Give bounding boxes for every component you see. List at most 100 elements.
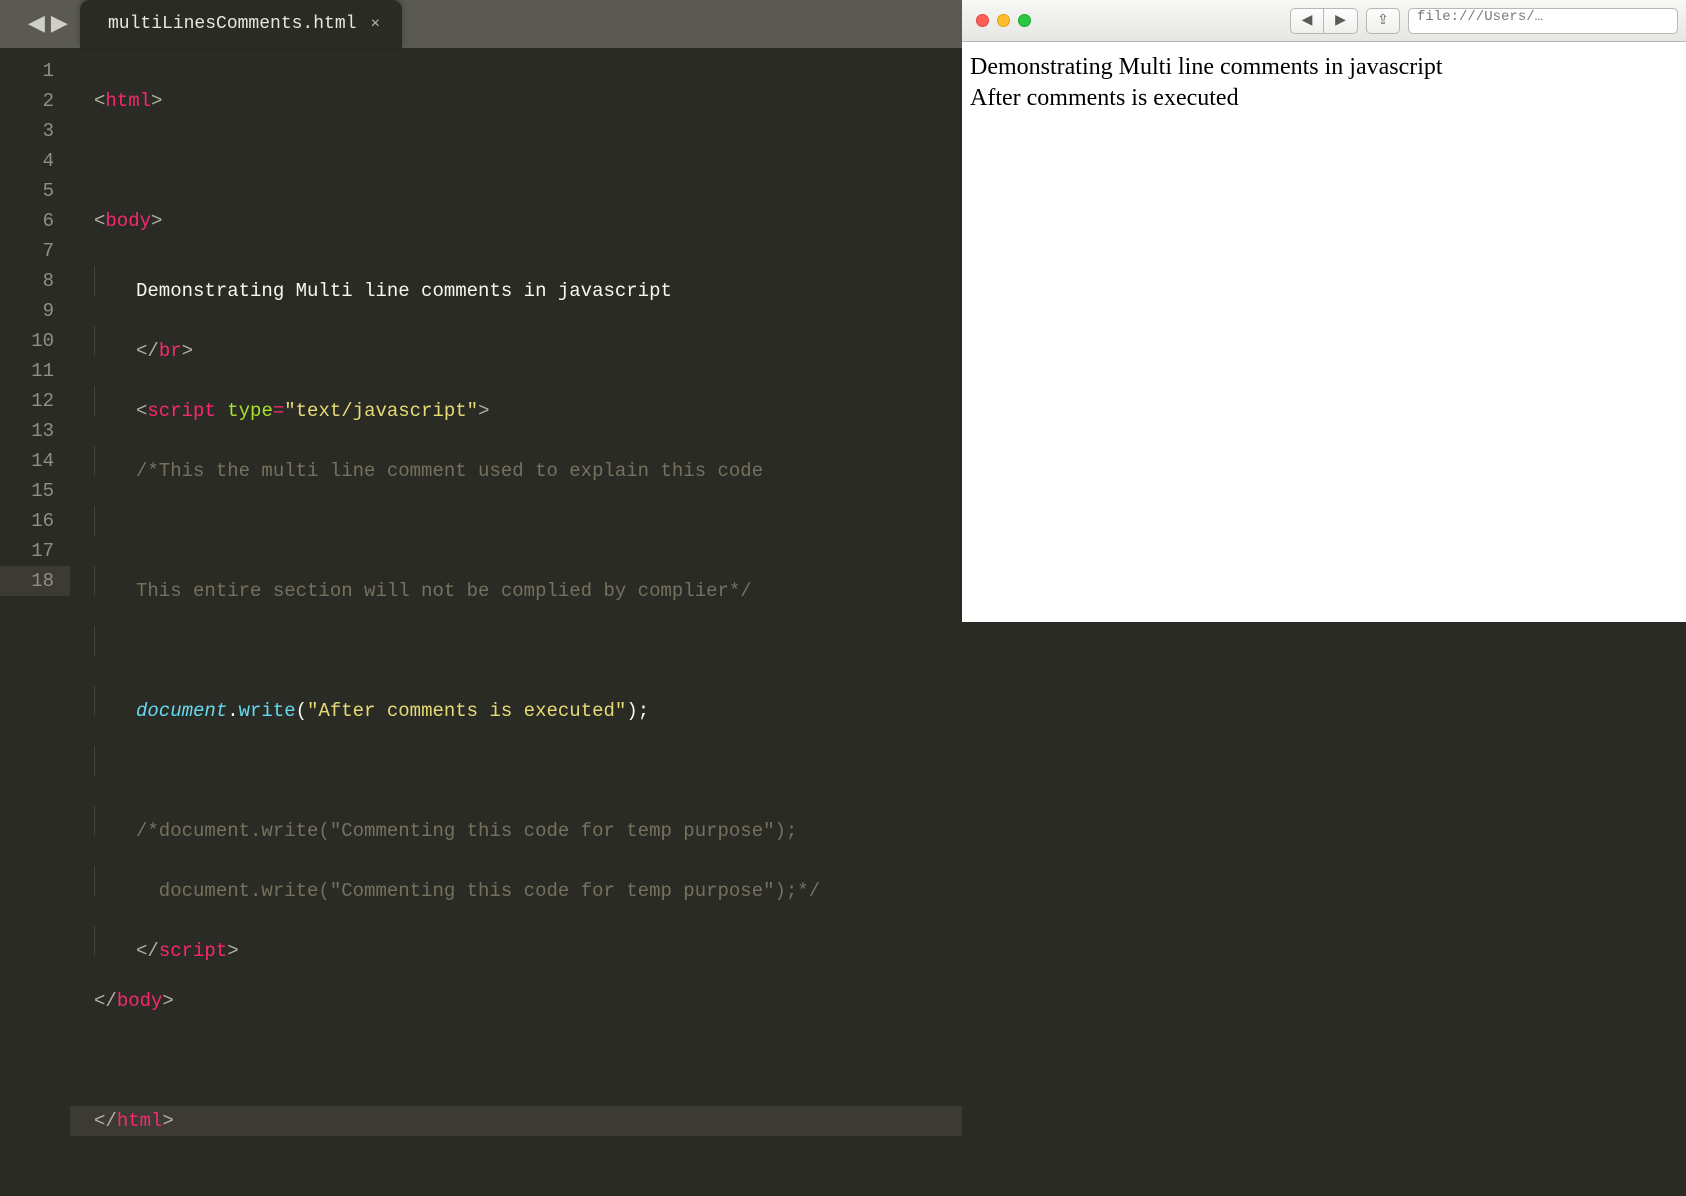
comment: document.write("Commenting this code for…	[136, 880, 820, 902]
nav-back-icon[interactable]: ◀	[28, 14, 45, 36]
code-line: <html>	[94, 86, 962, 116]
file-tab-label: multiLinesComments.html	[108, 14, 356, 34]
chevron-right-icon: ▶	[1335, 12, 1346, 29]
bracket: </	[136, 340, 159, 362]
line-number: 6	[0, 206, 54, 236]
line-number-gutter: 1 2 3 4 5 6 7 8 9 10 11 12 13 14 15 16 1…	[0, 48, 70, 1196]
bracket: </	[94, 1110, 117, 1132]
window-traffic-lights	[976, 14, 1031, 27]
code-line	[94, 746, 962, 776]
line-number: 4	[0, 146, 54, 176]
tag: br	[159, 340, 182, 362]
nav-forward-icon[interactable]: ▶	[51, 14, 68, 36]
line-number: 11	[0, 356, 54, 386]
code-line: document.write("After comments is execut…	[94, 686, 962, 716]
window-minimize-icon[interactable]	[997, 14, 1010, 27]
text: Demonstrating Multi line comments in jav…	[136, 280, 672, 302]
line-number: 13	[0, 416, 54, 446]
line-number: 12	[0, 386, 54, 416]
browser-toolbar: ◀ ▶ ⇪ file:///Users/…	[962, 0, 1686, 42]
share-icon: ⇪	[1377, 12, 1389, 29]
bracket: >	[227, 940, 238, 962]
browser-pane: ◀ ▶ ⇪ file:///Users/… Demonstrating Mult…	[962, 0, 1686, 622]
bracket: <	[94, 210, 105, 232]
comment: /*document.write("Commenting this code f…	[136, 820, 797, 842]
paren: )	[626, 700, 637, 722]
line-number: 15	[0, 476, 54, 506]
space	[216, 400, 227, 422]
func: write	[239, 700, 296, 722]
op: =	[273, 400, 284, 422]
window-close-icon[interactable]	[976, 14, 989, 27]
semi: ;	[638, 700, 649, 722]
object: document	[136, 700, 227, 722]
tag: body	[117, 990, 163, 1012]
line-number: 10	[0, 326, 54, 356]
line-number: 7	[0, 236, 54, 266]
line-number: 1	[0, 56, 54, 86]
tag: html	[117, 1110, 163, 1132]
chevron-left-icon: ◀	[1302, 12, 1313, 29]
code-content[interactable]: <html> <body> Demonstrating Multi line c…	[70, 48, 962, 1196]
code-line: </html>	[70, 1106, 962, 1136]
window-zoom-icon[interactable]	[1018, 14, 1031, 27]
bracket: >	[182, 340, 193, 362]
bracket: >	[151, 90, 162, 112]
code-line	[94, 1046, 962, 1076]
browser-forward-button[interactable]: ▶	[1324, 8, 1358, 34]
output-line: After comments is executed	[970, 83, 1678, 114]
browser-nav-group: ◀ ▶	[1290, 8, 1358, 34]
code-area[interactable]: 1 2 3 4 5 6 7 8 9 10 11 12 13 14 15 16 1…	[0, 48, 962, 1196]
tag: script	[159, 940, 227, 962]
line-number: 8	[0, 266, 54, 296]
code-line: Demonstrating Multi line comments in jav…	[94, 266, 962, 296]
attr: type	[227, 400, 273, 422]
line-number: 14	[0, 446, 54, 476]
share-button[interactable]: ⇪	[1366, 8, 1400, 34]
code-line: </body>	[94, 986, 962, 1016]
line-number: 16	[0, 506, 54, 536]
url-field[interactable]: file:///Users/…	[1408, 8, 1678, 34]
bracket: >	[162, 1110, 173, 1132]
browser-back-button[interactable]: ◀	[1290, 8, 1324, 34]
line-number: 17	[0, 536, 54, 566]
code-line: <script type="text/javascript">	[94, 386, 962, 416]
line-number: 2	[0, 86, 54, 116]
code-line: document.write("Commenting this code for…	[94, 866, 962, 896]
line-number: 9	[0, 296, 54, 326]
tag: body	[105, 210, 151, 232]
bracket: >	[151, 210, 162, 232]
file-tab[interactable]: multiLinesComments.html ×	[80, 0, 402, 48]
code-line: /*This the multi line comment used to ex…	[94, 446, 962, 476]
line-number: 5	[0, 176, 54, 206]
bracket: >	[478, 400, 489, 422]
tag: script	[147, 400, 215, 422]
string: "text/javascript"	[284, 400, 478, 422]
output-line: Demonstrating Multi line comments in jav…	[970, 52, 1678, 83]
code-line	[94, 146, 962, 176]
code-line	[94, 506, 962, 536]
code-line: </br>	[94, 326, 962, 356]
browser-viewport: Demonstrating Multi line comments in jav…	[962, 42, 1686, 622]
code-line: <body>	[94, 206, 962, 236]
string: "After comments is executed"	[307, 700, 626, 722]
dot: .	[227, 700, 238, 722]
code-line: </script>	[94, 926, 962, 956]
editor-header: ◀ ▶ multiLinesComments.html ×	[0, 0, 962, 48]
bracket: <	[136, 400, 147, 422]
tag: html	[105, 90, 151, 112]
bracket: </	[136, 940, 159, 962]
comment: This entire section will not be complied…	[136, 580, 752, 602]
editor-nav: ◀ ▶	[10, 14, 86, 36]
line-number: 3	[0, 116, 54, 146]
close-icon[interactable]: ×	[370, 15, 380, 33]
code-line: /*document.write("Commenting this code f…	[94, 806, 962, 836]
comment: /*This the multi line comment used to ex…	[136, 460, 763, 482]
bracket: </	[94, 990, 117, 1012]
bracket: <	[94, 90, 105, 112]
code-line: This entire section will not be complied…	[94, 566, 962, 596]
code-line	[94, 626, 962, 656]
line-number: 18	[0, 566, 70, 596]
editor-pane: ◀ ▶ multiLinesComments.html × 1 2 3 4 5 …	[0, 0, 962, 622]
bracket: >	[162, 990, 173, 1012]
